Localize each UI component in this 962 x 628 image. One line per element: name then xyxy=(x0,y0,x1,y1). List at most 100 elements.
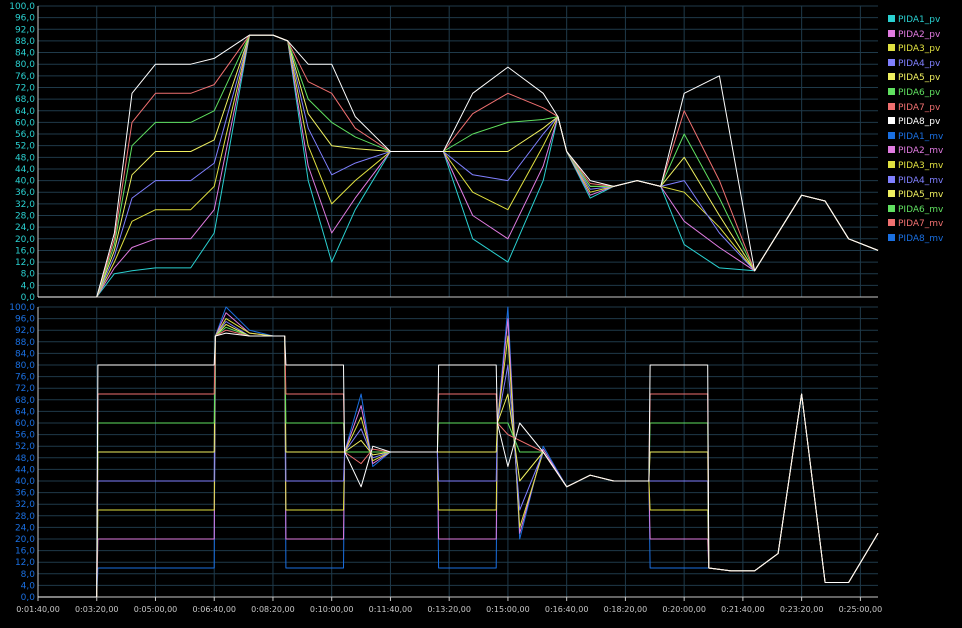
y-tick-label: 84,0 xyxy=(15,49,35,59)
y-tick-label: 4,0 xyxy=(21,281,36,291)
legend-swatch xyxy=(888,58,895,66)
legend-swatch xyxy=(888,131,895,139)
y-tick-label: 24,0 xyxy=(15,223,35,233)
x-tick-label: 0:05:00,00 xyxy=(134,605,178,614)
y-tick-label: 60,0 xyxy=(15,118,35,128)
x-tick-label: 0:03:20,00 xyxy=(75,605,119,614)
y-tick-label: 100,0 xyxy=(9,2,35,12)
legend-item-pida3_mv[interactable]: PIDA3_mv xyxy=(888,160,943,173)
y-tick-label: 80,0 xyxy=(15,60,35,70)
y-tick-label: 68,0 xyxy=(15,95,35,105)
legend-label: PIDA3_pv xyxy=(898,44,941,55)
legend-label: PIDA5_mv xyxy=(898,190,944,201)
legend-label: PIDA7_pv xyxy=(898,102,941,113)
y-tick-label: 36,0 xyxy=(15,489,35,499)
y-tick-label: 8,0 xyxy=(21,570,36,580)
y-tick-label: 0,0 xyxy=(21,293,36,303)
y-tick-label: 52,0 xyxy=(15,142,35,152)
legend-item-pida7_pv[interactable]: PIDA7_pv xyxy=(888,102,940,115)
y-tick-label: 12,0 xyxy=(15,558,35,568)
x-tick-label: 0:01:40,00 xyxy=(16,605,60,614)
legend-swatch xyxy=(888,117,895,125)
time-axis: 0:01:40,00 0:03:20,00 0:05:00,00 0:06:40,00… xyxy=(16,597,882,614)
legend-item-pida4_mv[interactable]: PIDA4_mv xyxy=(888,175,943,188)
legend-swatch xyxy=(888,161,895,168)
legend-swatch xyxy=(888,219,895,227)
legend-swatch xyxy=(888,234,895,241)
legend-swatch xyxy=(888,73,895,81)
legend-swatch xyxy=(888,190,895,198)
y-tick-label: 48,0 xyxy=(15,454,35,464)
legend-item-pida2_pv[interactable]: PIDA2_pv xyxy=(888,29,940,42)
legend-label: PIDA4_mv xyxy=(898,175,944,186)
legend-swatch xyxy=(888,102,895,110)
y-tick-label: 40,0 xyxy=(15,477,35,487)
x-tick-label: 0:11:40,00 xyxy=(369,605,413,614)
legend-swatch xyxy=(888,146,895,154)
legend-swatch xyxy=(888,204,895,212)
series-line-pida8_pv xyxy=(38,34,879,298)
y-tick-label: 64,0 xyxy=(15,107,35,117)
legend-swatch xyxy=(888,44,895,52)
legend-swatch xyxy=(888,175,895,183)
trend-chart: 0,04,08,012,016,020,024,028,032,036,040,… xyxy=(9,2,882,614)
x-tick-label: 0:15:00,00 xyxy=(486,605,530,614)
legend-swatch xyxy=(888,15,895,22)
legend-item-pida5_mv[interactable]: PIDA5_mv xyxy=(888,189,943,202)
y-tick-label: 28,0 xyxy=(15,512,35,522)
y-tick-label: 32,0 xyxy=(15,500,35,510)
x-tick-label: 0:08:20,00 xyxy=(251,605,295,614)
x-tick-label: 0:23:20,00 xyxy=(780,605,824,614)
legend-item-pida6_pv[interactable]: PIDA6_pv xyxy=(888,87,940,100)
legend-item-pida3_pv[interactable]: PIDA3_pv xyxy=(888,43,940,56)
y-tick-label: 84,0 xyxy=(15,349,35,359)
series-line-pida2_mv xyxy=(38,312,879,598)
y-tick-label: 0,0 xyxy=(21,593,36,603)
legend-label: PIDA8_pv xyxy=(898,117,941,128)
legend-item-pida1_mv[interactable]: PIDA1_mv xyxy=(888,131,943,144)
series-line-pida7_mv xyxy=(38,329,879,598)
y-tick-label: 68,0 xyxy=(15,396,35,406)
y-tick-label: 32,0 xyxy=(15,200,35,210)
y-tick-label: 16,0 xyxy=(15,547,35,557)
y-tick-label: 12,0 xyxy=(15,258,35,268)
mv-chart-panel: 0,0 4,08,0 12,016,0 20,0 24,028,0 32,036,0 40,… xyxy=(9,303,879,603)
x-tick-label: 0:20:00,00 xyxy=(662,605,706,614)
legend-item-pida8_pv[interactable]: PIDA8_pv xyxy=(888,116,940,129)
legend-item-pida2_mv[interactable]: PIDA2_mv xyxy=(888,145,943,158)
x-tick-label: 0:16:40,00 xyxy=(545,605,589,614)
x-tick-label: 0:06:40,00 xyxy=(192,605,236,614)
legend-label: PIDA2_pv xyxy=(898,29,941,40)
y-tick-label: 96,0 xyxy=(15,14,35,24)
x-tick-label: 0:18:20,00 xyxy=(604,605,648,614)
y-tick-label: 80,0 xyxy=(15,361,35,371)
legend-label: PIDA1_pv xyxy=(898,15,941,25)
legend-item-pida8_mv[interactable]: PIDA8_mv xyxy=(888,233,943,246)
y-tick-label: 72,0 xyxy=(15,384,35,394)
y-tick-label: 4,0 xyxy=(21,581,36,591)
legend-swatch xyxy=(888,88,895,95)
legend-item-pida1_pv[interactable]: PIDA1_pv xyxy=(888,14,940,27)
y-tick-label: 64,0 xyxy=(15,407,35,417)
legend-item-pida6_mv[interactable]: PIDA6_mv xyxy=(888,204,943,217)
y-tick-label: 24,0 xyxy=(15,523,35,533)
legend-item-pida7_mv[interactable]: PIDA7_mv xyxy=(888,218,943,231)
y-tick-label: 16,0 xyxy=(15,246,35,256)
y-tick-label: 52,0 xyxy=(15,442,35,452)
y-tick-label: 56,0 xyxy=(15,130,35,140)
legend-label: PIDA6_mv xyxy=(898,204,944,215)
y-tick-label: 40,0 xyxy=(15,177,35,187)
y-tick-label: 20,0 xyxy=(15,235,35,245)
x-tick-label: 0:10:00,00 xyxy=(310,605,354,614)
y-tick-label: 92,0 xyxy=(15,25,35,35)
legend-item-pida4_pv[interactable]: PIDA4_pv xyxy=(888,58,940,71)
x-tick-label: 0:25:00,00 xyxy=(839,605,883,614)
legend-label: PIDA8_mv xyxy=(898,234,944,244)
legend-label: PIDA2_mv xyxy=(898,146,944,157)
legend-item-pida5_pv[interactable]: PIDA5_pv xyxy=(888,72,940,85)
y-tick-label: 76,0 xyxy=(15,373,35,383)
y-tick-label: 88,0 xyxy=(15,37,35,47)
x-tick-label: 0:21:40,00 xyxy=(721,605,765,614)
legend-label: PIDA4_pv xyxy=(898,58,941,69)
y-tick-label: 72,0 xyxy=(15,83,35,93)
